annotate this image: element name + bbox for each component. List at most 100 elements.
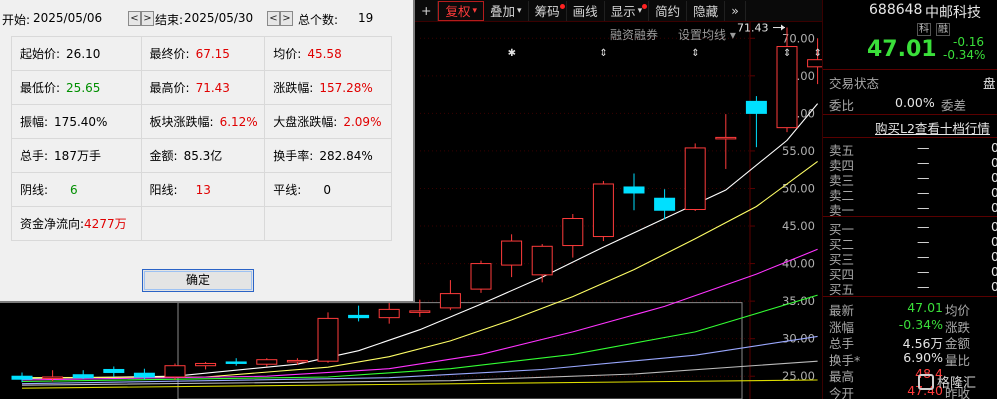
buy-l2-link[interactable]: 购买L2查看十档行情 <box>875 118 990 137</box>
stats-value: 6 <box>70 183 78 197</box>
toolbar-plus-button[interactable]: + <box>415 0 439 21</box>
event-marker-icon: ⇕ <box>814 48 822 59</box>
candle-down <box>133 372 155 378</box>
chart-sub-toolbar: 融资融券 设置均线 ▾ <box>610 26 736 43</box>
stock-code: 688648 <box>869 2 923 18</box>
quote-stat-row: 换手* 6.90% 量比 <box>823 349 997 368</box>
stat-value: 6.90% <box>903 349 943 365</box>
order-volume: 0 <box>991 140 997 155</box>
candle-up <box>42 376 64 379</box>
stats-cell: 金额: 85.3亿 <box>140 138 266 173</box>
count-label: 总个数: <box>298 13 339 27</box>
stats-value: 25.65 <box>66 81 101 95</box>
order-volume: 0 <box>991 185 997 200</box>
candle-down <box>11 375 33 380</box>
stats-value: 6.12% <box>219 115 258 129</box>
order-volume: 0 <box>991 219 997 234</box>
y-tick-label: 30.00 <box>782 332 815 346</box>
order-price: — <box>917 140 930 155</box>
stats-label: 涨跌幅: <box>273 81 314 95</box>
order-book-row: 买一 —0 <box>823 219 997 237</box>
candle-down <box>103 368 125 373</box>
stats-cell: 振幅: 175.40% <box>11 104 142 139</box>
candle-up <box>531 245 553 276</box>
end-prev-button[interactable]: < <box>267 11 280 26</box>
order-book-row: 买四 —0 <box>823 264 997 282</box>
end-next-button[interactable]: > <box>280 11 293 26</box>
notification-dot-icon <box>559 3 565 9</box>
stats-label: 金额: <box>149 149 178 163</box>
stats-value: 4277万 <box>84 217 127 231</box>
weibi-label: 委比 <box>829 98 855 113</box>
stats-value: 71.43 <box>195 81 230 95</box>
candle-up <box>378 308 400 319</box>
candle-down <box>225 361 247 364</box>
range-stats-dialog: 开始: 2025/05/06 < > 结束: 2025/05/30 < > 总个… <box>0 0 415 303</box>
stats-cell: 资金净流向:4277万 <box>11 206 142 241</box>
last-price: 47.01 <box>867 37 937 62</box>
toolbar-jianyue-button[interactable]: 简约 <box>649 0 688 21</box>
order-volume: 0 <box>991 234 997 249</box>
star-market-tag: 科 <box>917 23 931 36</box>
start-label: 开始: <box>2 13 31 27</box>
quote-panel: 688648 中邮科技 科 融 47.01 -0.16 -0.34% 交易状态 … <box>822 0 997 399</box>
toolbar-yincang-button[interactable]: 隐藏 <box>687 0 726 21</box>
candle-up <box>317 317 339 362</box>
high-marker-arrowhead-icon <box>781 24 785 31</box>
stat-value: 47.01 <box>907 300 943 315</box>
stats-cell: 阳线: 13 <box>140 172 266 207</box>
trade-status-value: 盘 <box>983 76 996 91</box>
toolbar-diejia-button[interactable]: 叠加 ▾ <box>484 0 529 21</box>
order-book-row: 卖三 —0 <box>823 170 997 188</box>
candle-up <box>256 359 278 365</box>
range-selection-box <box>177 302 743 399</box>
event-marker-icon: ⇕ <box>599 48 607 59</box>
stats-cell: 起始价: 26.10 <box>11 36 142 71</box>
ok-button[interactable]: 确定 <box>142 269 254 292</box>
price-change: -0.16 <box>953 35 985 49</box>
margin-trading-button[interactable]: 融资融券 <box>610 26 658 43</box>
toolbar-xianshi-button[interactable]: 显示 ▾ <box>605 0 650 21</box>
candle-down <box>623 186 645 194</box>
stats-cell <box>264 206 392 241</box>
stats-cell: 涨跌幅: 157.28% <box>264 70 392 105</box>
stats-row: 起始价: 26.10 最终价: 67.15 均价: 45.58 <box>11 36 392 71</box>
order-book-row: 买五 —0 <box>823 279 997 297</box>
candle-up <box>470 263 492 290</box>
toolbar-more-button[interactable]: » <box>725 0 746 21</box>
margin-tag: 融 <box>936 23 950 36</box>
candle-up <box>684 147 706 211</box>
event-marker-icon: ⇕ <box>691 48 699 59</box>
stats-row: 总手: 187万手 金额: 85.3亿 换手率: 282.84% <box>11 138 392 173</box>
candle-down <box>654 197 676 211</box>
toolbar-chouma-button[interactable]: 筹码 <box>529 0 567 21</box>
stats-row: 资金净流向:4277万 <box>11 206 392 241</box>
stats-label: 阳线: <box>149 183 178 197</box>
toolbar-huaxian-button[interactable]: 画线 <box>567 0 605 21</box>
y-tick-label: 40.00 <box>782 257 815 271</box>
next-date-button[interactable]: > <box>141 11 154 26</box>
order-price: — <box>917 185 930 200</box>
prev-date-button[interactable]: < <box>128 11 141 26</box>
stats-label: 起始价: <box>20 47 61 61</box>
order-price: — <box>917 155 930 170</box>
stats-cell: 大盘涨跌幅: 2.09% <box>264 104 392 139</box>
order-book-row: 卖一 —0 <box>823 200 997 218</box>
stats-row: 振幅: 175.40% 板块涨跌幅: 6.12% 大盘涨跌幅: 2.09% <box>11 104 392 139</box>
stats-value: 175.40% <box>54 115 108 129</box>
stats-cell <box>140 206 266 241</box>
stats-value: 85.3亿 <box>183 149 223 163</box>
toolbar-fuquan-button[interactable]: 复权 ▾ <box>438 0 485 21</box>
stats-cell: 换手率: 282.84% <box>264 138 392 173</box>
count-value: 19 <box>358 11 374 25</box>
stats-value: 282.84% <box>319 149 373 163</box>
stats-label: 总手: <box>20 149 49 163</box>
order-book-row: 买二 —0 <box>823 234 997 252</box>
stats-cell: 总手: 187万手 <box>11 138 142 173</box>
order-volume: 0 <box>991 279 997 294</box>
weibi-value: 0.00% <box>895 95 935 110</box>
stats-value: 26.10 <box>66 47 101 61</box>
stats-label: 换手率: <box>273 149 314 163</box>
stats-label: 最低价: <box>20 81 61 95</box>
set-ma-button[interactable]: 设置均线 ▾ <box>678 26 736 43</box>
